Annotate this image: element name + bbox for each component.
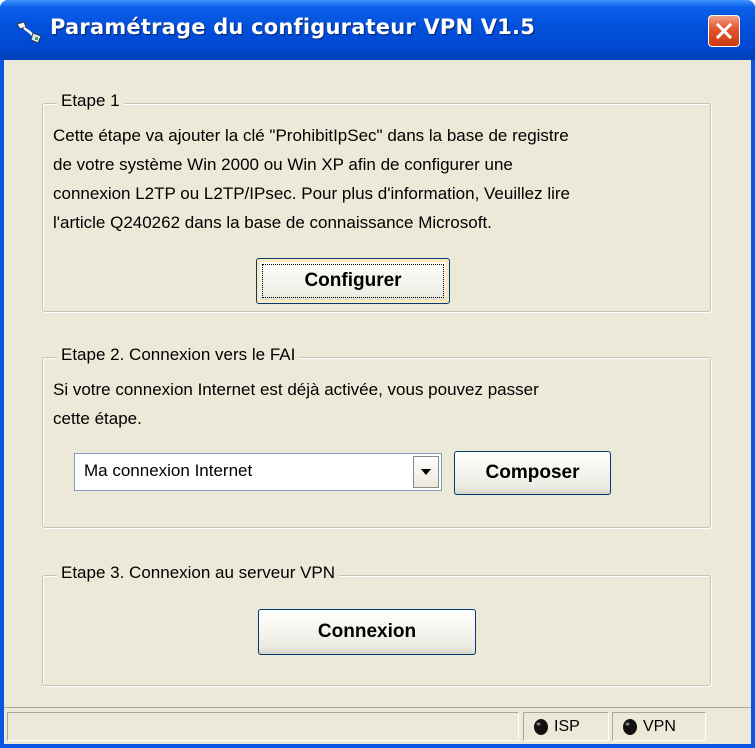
window-title: Paramétrage du configurateur VPN V1.5 bbox=[50, 15, 536, 39]
step1-group: Etape 1 Cette étape va ajouter la clé "P… bbox=[42, 91, 711, 312]
vpn-indicator: VPN bbox=[621, 713, 676, 740]
step2-line: Si votre connexion Internet est déjà act… bbox=[53, 380, 539, 399]
step1-line: connexion L2TP ou L2TP/IPsec. Pour plus … bbox=[53, 184, 570, 203]
status-panel-vpn: VPN bbox=[612, 712, 706, 741]
connection-select[interactable]: Ma connexion Internet bbox=[74, 453, 442, 491]
step3-group: Etape 3. Connexion au serveur VPN Connex… bbox=[42, 563, 711, 686]
connection-select-value: Ma connexion Internet bbox=[84, 461, 253, 480]
close-button[interactable] bbox=[708, 15, 740, 47]
vpn-indicator-label: VPN bbox=[643, 717, 676, 735]
vpn-app-icon bbox=[14, 18, 44, 44]
configure-button[interactable]: Configurer bbox=[256, 258, 450, 304]
isp-indicator-label: ISP bbox=[554, 717, 580, 735]
close-icon bbox=[715, 22, 733, 40]
vpn-connect-button[interactable]: Connexion bbox=[258, 609, 476, 655]
dial-button[interactable]: Composer bbox=[454, 451, 611, 495]
dropdown-arrow-button[interactable] bbox=[413, 456, 439, 488]
vpn-connect-button-label: Connexion bbox=[317, 621, 417, 642]
step2-group: Etape 2. Connexion vers le FAI Si votre … bbox=[42, 345, 711, 528]
step2-legend: Etape 2. Connexion vers le FAI bbox=[57, 345, 300, 365]
step1-line: l'article Q240262 dans la base de connai… bbox=[53, 213, 492, 232]
chevron-down-icon bbox=[421, 469, 431, 475]
status-panel-isp: ISP bbox=[523, 712, 609, 741]
step1-line: Cette étape va ajouter la clé "ProhibitI… bbox=[53, 126, 569, 145]
status-panel-main bbox=[7, 712, 519, 741]
step1-legend: Etape 1 bbox=[57, 91, 124, 111]
dial-button-label: Composer bbox=[485, 462, 580, 483]
status-bar: ISP VPN bbox=[4, 707, 751, 744]
dialog-client-area: Etape 1 Cette étape va ajouter la clé "P… bbox=[4, 60, 751, 744]
title-bar[interactable]: Paramétrage du configurateur VPN V1.5 bbox=[0, 0, 755, 60]
step1-description: Cette étape va ajouter la clé "ProhibitI… bbox=[53, 121, 703, 237]
step1-line: de votre système Win 2000 ou Win XP afin… bbox=[53, 155, 513, 174]
led-off-icon bbox=[534, 718, 548, 735]
isp-indicator: ISP bbox=[532, 713, 580, 740]
step2-description: Si votre connexion Internet est déjà act… bbox=[53, 375, 703, 433]
led-off-icon bbox=[623, 718, 637, 735]
step3-legend: Etape 3. Connexion au serveur VPN bbox=[57, 563, 340, 583]
vpn-config-window: Paramétrage du configurateur VPN V1.5 Et… bbox=[0, 0, 755, 748]
focus-rectangle bbox=[262, 264, 444, 298]
step2-line: cette étape. bbox=[53, 409, 142, 428]
